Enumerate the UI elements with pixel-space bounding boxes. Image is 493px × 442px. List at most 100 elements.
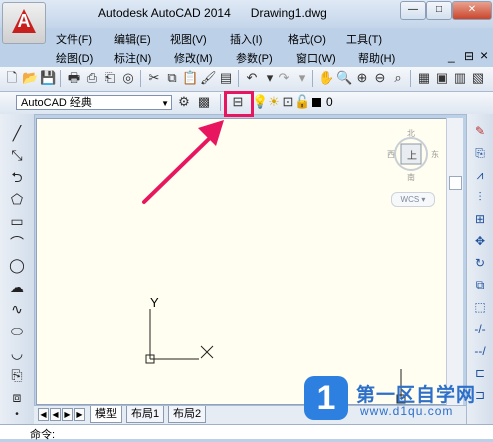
compass-west[interactable]: 西 (387, 149, 395, 160)
properties-icon[interactable]: ▦ (416, 70, 432, 86)
match-properties-icon[interactable]: 🖌 (200, 70, 217, 86)
next-tab-icon[interactable]: ▶ (62, 408, 73, 421)
toolbar-separator (410, 70, 411, 87)
construction-line-icon[interactable]: ⤡ (8, 146, 26, 164)
zoom-window-icon[interactable]: ⊕ (354, 70, 370, 86)
undo-icon[interactable]: ↶ (244, 70, 260, 86)
zoom-extents-icon[interactable]: ⌕ (390, 70, 406, 86)
menu-view[interactable]: 视图(V) (170, 31, 207, 47)
workspace-save-icon[interactable]: ▩ (196, 94, 212, 110)
app-name: Autodesk AutoCAD 2014 (98, 6, 231, 20)
workspace-select[interactable]: AutoCAD 经典 ▼ (16, 95, 172, 110)
title-bar: Autodesk AutoCAD 2014 Drawing1.dwg — □ ✕ (0, 0, 493, 28)
prev-tab-icon[interactable]: ◀ (50, 408, 61, 421)
minimize-button[interactable]: — (400, 1, 426, 20)
3d-print-icon[interactable]: ◎ (120, 70, 136, 86)
point-icon[interactable]: • (8, 406, 26, 424)
menu-edit[interactable]: 编辑(E) (114, 31, 151, 47)
current-layer-name[interactable]: 0 (326, 95, 333, 109)
viewcube[interactable]: 北 南 东 西 上 (387, 129, 443, 188)
move-icon[interactable]: ✥ (471, 232, 489, 250)
command-line[interactable]: 命令: (0, 424, 493, 441)
extend-icon[interactable]: --/ (471, 342, 489, 360)
erase-icon[interactable]: ✎ (471, 122, 489, 140)
copy-object-icon[interactable]: ⎘ (471, 144, 489, 162)
menu-help[interactable]: 帮助(H) (358, 50, 395, 66)
site-watermark: 1 第一区自学网 www.d1qu.com (300, 374, 490, 424)
doc-close-button[interactable]: × (480, 47, 488, 63)
last-tab-icon[interactable]: ▶ (74, 408, 85, 421)
first-tab-icon[interactable]: ◀ (38, 408, 49, 421)
scale-icon[interactable]: ⧉ (471, 276, 489, 294)
mirror-icon[interactable]: ⩘ (471, 166, 489, 184)
save-icon[interactable]: 💾 (40, 70, 56, 86)
wcs-menu[interactable]: WCS ▾ (391, 192, 435, 207)
trim-icon[interactable]: -/- (471, 320, 489, 338)
rotate-icon[interactable]: ↻ (471, 254, 489, 272)
restore-button[interactable]: □ (426, 1, 452, 20)
publish-icon[interactable]: ⎗ (102, 70, 118, 86)
layer-lock-icon[interactable]: 🔓 (294, 94, 310, 110)
circle-icon[interactable]: ◯ (8, 256, 26, 274)
rectangle-icon[interactable]: ▭ (8, 212, 26, 230)
arc-icon[interactable]: ⌒ (8, 234, 26, 252)
draw-toolbar: ╱ ⤡ ⮌ ⬠ ▭ ⌒ ◯ ☁ ∿ ⬭ ◡ ⎘ ⧈ • (0, 114, 35, 424)
menu-format[interactable]: 格式(O) (288, 31, 326, 47)
block-editor-icon[interactable]: ▤ (218, 70, 234, 86)
zoom-previous-icon[interactable]: ⊖ (372, 70, 388, 86)
sheet-set-icon[interactable]: ▧ (470, 70, 486, 86)
compass-south[interactable]: 南 (407, 172, 415, 183)
stretch-icon[interactable]: ⬚ (471, 298, 489, 316)
array-icon[interactable]: ⊞ (471, 210, 489, 228)
cut-icon[interactable]: ✂ (146, 70, 162, 86)
ellipse-icon[interactable]: ⬭ (8, 322, 26, 340)
plot-preview-icon[interactable]: ⎙ (84, 70, 100, 86)
scrollbar-thumb[interactable] (449, 176, 462, 190)
toolbar-separator (60, 70, 61, 87)
menu-file[interactable]: 文件(F) (56, 31, 92, 47)
spline-icon[interactable]: ∿ (8, 300, 26, 318)
polyline-icon[interactable]: ⮌ (8, 168, 26, 186)
workspace-settings-icon[interactable]: ⚙ (176, 94, 192, 110)
open-icon[interactable]: 📂 (22, 70, 38, 86)
application-menu-button[interactable]: A (2, 2, 46, 44)
menu-window[interactable]: 窗口(W) (296, 50, 336, 66)
zoom-realtime-icon[interactable]: 🔍 (336, 70, 352, 86)
design-center-icon[interactable]: ▣ (434, 70, 450, 86)
viewcube-face[interactable]: 上 (407, 147, 417, 162)
menu-dimension[interactable]: 标注(N) (114, 50, 151, 66)
new-icon[interactable]: 🗋 (4, 70, 20, 86)
tab-layout1[interactable]: 布局1 (126, 406, 165, 423)
redo-icon[interactable]: ↷ (276, 70, 292, 86)
vertical-scrollbar[interactable] (446, 118, 463, 405)
copy-icon[interactable]: ⧉ (164, 70, 180, 86)
doc-restore-button[interactable]: ⊟ (464, 49, 474, 63)
insert-block-icon[interactable]: ⎘ (8, 366, 26, 384)
pan-icon[interactable]: ✋ (318, 70, 334, 86)
line-icon[interactable]: ╱ (8, 124, 26, 142)
redo-dropdown-icon[interactable]: ▾ (294, 70, 310, 86)
menu-parametric[interactable]: 参数(P) (236, 50, 273, 66)
menu-draw[interactable]: 绘图(D) (56, 50, 93, 66)
menu-insert[interactable]: 插入(I) (230, 31, 262, 47)
compass-east[interactable]: 东 (431, 149, 439, 160)
paste-icon[interactable]: 📋 (182, 70, 198, 86)
tab-model[interactable]: 模型 (90, 406, 122, 423)
doc-minimize-button[interactable]: _ (448, 49, 455, 63)
plot-icon[interactable]: 🖶 (66, 70, 82, 86)
toolbar-separator (140, 70, 141, 87)
make-block-icon[interactable]: ⧈ (8, 388, 26, 406)
polygon-icon[interactable]: ⬠ (8, 190, 26, 208)
tool-palettes-icon[interactable]: ▥ (452, 70, 468, 86)
wcs-label: WCS (400, 195, 420, 204)
ellipse-arc-icon[interactable]: ◡ (8, 344, 26, 362)
watermark-title: 第一区自学网 (356, 385, 477, 406)
tab-layout2[interactable]: 布局2 (168, 406, 207, 423)
revision-cloud-icon[interactable]: ☁ (8, 278, 26, 296)
menu-modify[interactable]: 修改(M) (174, 50, 213, 66)
compass-north[interactable]: 北 (407, 128, 415, 139)
menu-tools[interactable]: 工具(T) (346, 31, 382, 47)
close-button[interactable]: ✕ (452, 1, 492, 20)
workspace-value: AutoCAD 经典 (21, 97, 92, 109)
offset-icon[interactable]: ⫶ (471, 188, 489, 206)
